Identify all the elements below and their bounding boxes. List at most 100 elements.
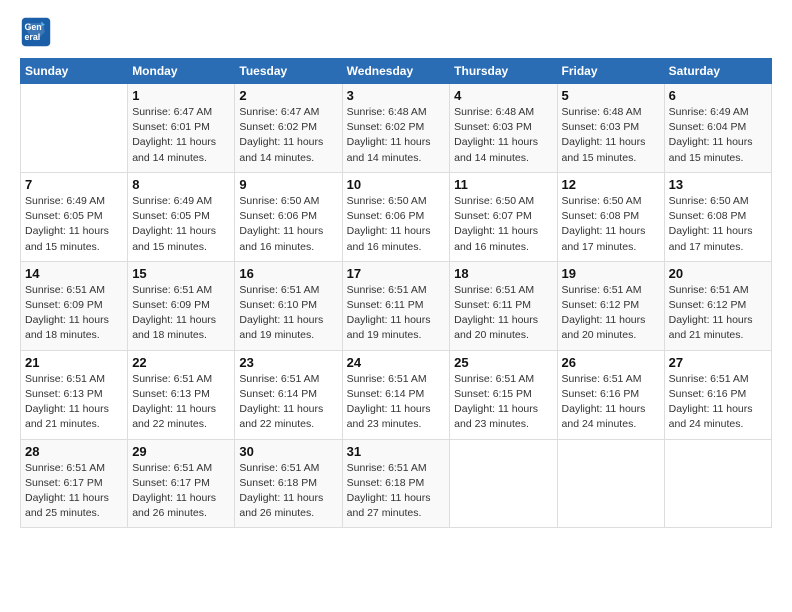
calendar-cell: 15 Sunrise: 6:51 AMSunset: 6:09 PMDayligh… (128, 261, 235, 350)
day-number: 7 (25, 177, 123, 192)
day-number: 18 (454, 266, 552, 281)
day-info: Sunrise: 6:51 AMSunset: 6:11 PMDaylight:… (454, 283, 552, 344)
weekday-header-row: SundayMondayTuesdayWednesdayThursdayFrid… (21, 59, 772, 84)
calendar-cell (450, 439, 557, 528)
day-info: Sunrise: 6:47 AMSunset: 6:02 PMDaylight:… (239, 105, 337, 166)
svg-text:Gen: Gen (24, 22, 41, 32)
day-info: Sunrise: 6:51 AMSunset: 6:18 PMDaylight:… (239, 461, 337, 522)
calendar-cell: 30 Sunrise: 6:51 AMSunset: 6:18 PMDayligh… (235, 439, 342, 528)
calendar-week-row: 28 Sunrise: 6:51 AMSunset: 6:17 PMDayligh… (21, 439, 772, 528)
calendar-cell: 29Sunrise: 6:51 AMSunset: 6:17 PMDayligh… (128, 439, 235, 528)
day-number: 20 (669, 266, 767, 281)
day-info: Sunrise: 6:51 AMSunset: 6:14 PMDaylight:… (239, 372, 337, 433)
day-info: Sunrise: 6:51 AMSunset: 6:13 PMDaylight:… (25, 372, 123, 433)
calendar-cell: 3 Sunrise: 6:48 AMSunset: 6:02 PMDaylight… (342, 84, 450, 173)
calendar-cell: 18 Sunrise: 6:51 AMSunset: 6:11 PMDayligh… (450, 261, 557, 350)
calendar-cell: 16 Sunrise: 6:51 AMSunset: 6:10 PMDayligh… (235, 261, 342, 350)
day-number: 14 (25, 266, 123, 281)
day-info: Sunrise: 6:50 AMSunset: 6:08 PMDaylight:… (562, 194, 660, 255)
day-number: 15 (132, 266, 230, 281)
day-number: 10 (347, 177, 446, 192)
day-info: Sunrise: 6:51 AMSunset: 6:14 PMDaylight:… (347, 372, 446, 433)
weekday-header: Friday (557, 59, 664, 84)
day-info: Sunrise: 6:49 AMSunset: 6:05 PMDaylight:… (25, 194, 123, 255)
day-number: 6 (669, 88, 767, 103)
day-number: 27 (669, 355, 767, 370)
calendar-cell (557, 439, 664, 528)
header: Gen eral (20, 16, 772, 48)
calendar-cell: 17 Sunrise: 6:51 AMSunset: 6:11 PMDayligh… (342, 261, 450, 350)
day-info: Sunrise: 6:50 AMSunset: 6:06 PMDaylight:… (347, 194, 446, 255)
calendar-cell: 19 Sunrise: 6:51 AMSunset: 6:12 PMDayligh… (557, 261, 664, 350)
calendar-cell (664, 439, 771, 528)
day-number: 30 (239, 444, 337, 459)
weekday-header: Tuesday (235, 59, 342, 84)
page: Gen eral SundayMondayTuesdayWednesdayThu… (0, 0, 792, 612)
calendar-cell: 31 Sunrise: 6:51 AMSunset: 6:18 PMDayligh… (342, 439, 450, 528)
day-info: Sunrise: 6:47 AMSunset: 6:01 PMDaylight:… (132, 105, 230, 166)
day-info: Sunrise: 6:48 AMSunset: 6:02 PMDaylight:… (347, 105, 446, 166)
calendar-cell: 8Sunrise: 6:49 AMSunset: 6:05 PMDaylight… (128, 172, 235, 261)
calendar-cell (21, 84, 128, 173)
day-info: Sunrise: 6:51 AMSunset: 6:17 PMDaylight:… (25, 461, 123, 522)
weekday-header: Monday (128, 59, 235, 84)
weekday-header: Wednesday (342, 59, 450, 84)
calendar-cell: 21 Sunrise: 6:51 AMSunset: 6:13 PMDayligh… (21, 350, 128, 439)
calendar: SundayMondayTuesdayWednesdayThursdayFrid… (20, 58, 772, 528)
day-number: 11 (454, 177, 552, 192)
day-number: 22 (132, 355, 230, 370)
calendar-cell: 11 Sunrise: 6:50 AMSunset: 6:07 PMDayligh… (450, 172, 557, 261)
day-info: Sunrise: 6:48 AMSunset: 6:03 PMDaylight:… (562, 105, 660, 166)
day-info: Sunrise: 6:51 AMSunset: 6:10 PMDaylight:… (239, 283, 337, 344)
calendar-cell: 6 Sunrise: 6:49 AMSunset: 6:04 PMDaylight… (664, 84, 771, 173)
calendar-cell: 10 Sunrise: 6:50 AMSunset: 6:06 PMDayligh… (342, 172, 450, 261)
calendar-cell: 9 Sunrise: 6:50 AMSunset: 6:06 PMDaylight… (235, 172, 342, 261)
day-number: 21 (25, 355, 123, 370)
day-info: Sunrise: 6:51 AMSunset: 6:09 PMDaylight:… (132, 283, 230, 344)
day-info: Sunrise: 6:51 AMSunset: 6:18 PMDaylight:… (347, 461, 446, 522)
day-info: Sunrise: 6:50 AMSunset: 6:06 PMDaylight:… (239, 194, 337, 255)
day-number: 17 (347, 266, 446, 281)
logo: Gen eral (20, 16, 56, 48)
day-info: Sunrise: 6:50 AMSunset: 6:07 PMDaylight:… (454, 194, 552, 255)
calendar-cell: 4Sunrise: 6:48 AMSunset: 6:03 PMDaylight… (450, 84, 557, 173)
day-number: 9 (239, 177, 337, 192)
day-number: 28 (25, 444, 123, 459)
day-number: 1 (132, 88, 230, 103)
day-info: Sunrise: 6:51 AMSunset: 6:12 PMDaylight:… (669, 283, 767, 344)
weekday-header: Saturday (664, 59, 771, 84)
day-info: Sunrise: 6:51 AMSunset: 6:13 PMDaylight:… (132, 372, 230, 433)
day-number: 12 (562, 177, 660, 192)
calendar-cell: 20 Sunrise: 6:51 AMSunset: 6:12 PMDayligh… (664, 261, 771, 350)
logo-icon: Gen eral (20, 16, 52, 48)
calendar-cell: 28 Sunrise: 6:51 AMSunset: 6:17 PMDayligh… (21, 439, 128, 528)
day-number: 19 (562, 266, 660, 281)
calendar-cell: 2 Sunrise: 6:47 AMSunset: 6:02 PMDaylight… (235, 84, 342, 173)
day-number: 16 (239, 266, 337, 281)
day-info: Sunrise: 6:51 AMSunset: 6:12 PMDaylight:… (562, 283, 660, 344)
svg-text:eral: eral (24, 32, 40, 42)
weekday-header: Thursday (450, 59, 557, 84)
calendar-cell: 1 Sunrise: 6:47 AMSunset: 6:01 PMDaylight… (128, 84, 235, 173)
calendar-week-row: 14 Sunrise: 6:51 AMSunset: 6:09 PMDayligh… (21, 261, 772, 350)
calendar-cell: 26 Sunrise: 6:51 AMSunset: 6:16 PMDayligh… (557, 350, 664, 439)
calendar-week-row: 7 Sunrise: 6:49 AMSunset: 6:05 PMDaylight… (21, 172, 772, 261)
day-number: 2 (239, 88, 337, 103)
calendar-cell: 23 Sunrise: 6:51 AMSunset: 6:14 PMDayligh… (235, 350, 342, 439)
day-number: 13 (669, 177, 767, 192)
calendar-cell: 14Sunrise: 6:51 AMSunset: 6:09 PMDayligh… (21, 261, 128, 350)
day-info: Sunrise: 6:51 AMSunset: 6:15 PMDaylight:… (454, 372, 552, 433)
day-info: Sunrise: 6:49 AMSunset: 6:04 PMDaylight:… (669, 105, 767, 166)
day-info: Sunrise: 6:48 AMSunset: 6:03 PMDaylight:… (454, 105, 552, 166)
day-number: 29 (132, 444, 230, 459)
day-number: 23 (239, 355, 337, 370)
day-number: 31 (347, 444, 446, 459)
day-info: Sunrise: 6:51 AMSunset: 6:11 PMDaylight:… (347, 283, 446, 344)
calendar-cell: 27 Sunrise: 6:51 AMSunset: 6:16 PMDayligh… (664, 350, 771, 439)
day-number: 26 (562, 355, 660, 370)
day-number: 3 (347, 88, 446, 103)
calendar-cell: 7 Sunrise: 6:49 AMSunset: 6:05 PMDaylight… (21, 172, 128, 261)
day-number: 24 (347, 355, 446, 370)
day-info: Sunrise: 6:51 AMSunset: 6:16 PMDaylight:… (562, 372, 660, 433)
day-info: Sunrise: 6:51 AMSunset: 6:16 PMDaylight:… (669, 372, 767, 433)
